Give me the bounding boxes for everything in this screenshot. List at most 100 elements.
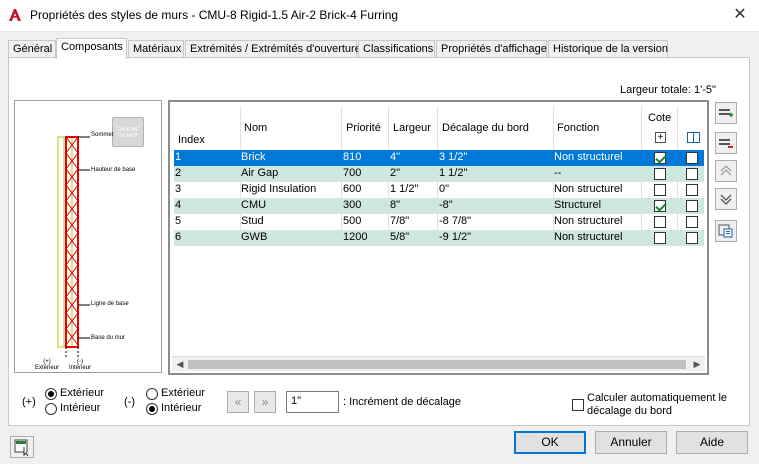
copy-components-button[interactable] bbox=[715, 220, 737, 242]
dimension-checkbox-2[interactable] bbox=[686, 184, 698, 196]
cell-offset[interactable]: 3 1/2" bbox=[439, 151, 467, 163]
cell-name[interactable]: Brick bbox=[241, 151, 265, 163]
table-row[interactable]: 6 GWB 1200 5/8" -9 1/2" Non structurel bbox=[174, 230, 704, 246]
cell-priority[interactable]: 500 bbox=[343, 215, 361, 227]
cell-width[interactable]: 5/8" bbox=[390, 231, 409, 243]
move-up-button[interactable] bbox=[715, 160, 737, 182]
header-index[interactable]: Index bbox=[178, 134, 205, 146]
label-baseline: Ligne de base bbox=[91, 301, 129, 307]
plus-interior-radio[interactable] bbox=[45, 403, 57, 415]
header-function[interactable]: Fonction bbox=[557, 122, 599, 134]
decrement-button[interactable]: « bbox=[227, 391, 249, 413]
floor-plan-help-button[interactable] bbox=[10, 436, 34, 458]
cell-function[interactable]: Non structurel bbox=[554, 215, 622, 227]
tab-components[interactable]: Composants bbox=[56, 38, 127, 59]
offset-increment-input[interactable]: 1" bbox=[286, 391, 339, 413]
ok-button[interactable]: OK bbox=[514, 431, 586, 454]
cell-offset[interactable]: 1 1/2" bbox=[439, 167, 467, 179]
dimension-checkbox[interactable] bbox=[654, 232, 666, 244]
cell-function[interactable]: -- bbox=[554, 167, 561, 179]
auto-calc-offset-checkbox[interactable] bbox=[572, 399, 584, 411]
copy-components-icon bbox=[718, 224, 733, 238]
cell-function[interactable]: Structurel bbox=[554, 199, 601, 211]
minus-exterior-radio[interactable] bbox=[146, 388, 158, 400]
dimension-checkbox-2[interactable] bbox=[686, 168, 698, 180]
table-row[interactable]: 5 Stud 500 7/8" -8 7/8" Non structurel bbox=[174, 214, 704, 230]
header-offset[interactable]: Décalage du bord bbox=[442, 122, 529, 134]
help-button[interactable]: Aide bbox=[676, 431, 748, 454]
tab-version-history[interactable]: Historique de la version bbox=[548, 40, 668, 58]
cell-priority[interactable]: 600 bbox=[343, 183, 361, 195]
horizontal-scrollbar[interactable]: ◀ ▶ bbox=[172, 356, 705, 371]
plus-interior-label[interactable]: Intérieur bbox=[60, 402, 100, 414]
components-grid[interactable]: Index Nom Priorité Largeur Décalage du b… bbox=[168, 100, 709, 375]
dimension-checkbox[interactable] bbox=[654, 184, 666, 196]
tab-classifications[interactable]: Classifications bbox=[358, 40, 435, 58]
cell-width[interactable]: 7/8" bbox=[390, 215, 409, 227]
tab-materials[interactable]: Matériaux bbox=[128, 40, 184, 58]
dimension-checkbox[interactable] bbox=[654, 200, 666, 212]
table-row[interactable]: 1 Brick 810 4" 3 1/2" Non structurel bbox=[174, 150, 704, 166]
cancel-button[interactable]: Annuler bbox=[595, 431, 667, 454]
cell-function[interactable]: Non structurel bbox=[554, 231, 622, 243]
close-button[interactable]: ✕ bbox=[727, 4, 753, 26]
table-row[interactable]: 2 Air Gap 700 2" 1 1/2" -- bbox=[174, 166, 704, 182]
move-down-icon bbox=[720, 194, 732, 205]
add-component-button[interactable] bbox=[715, 102, 737, 124]
scroll-right-icon[interactable]: ▶ bbox=[690, 358, 704, 371]
header-name[interactable]: Nom bbox=[244, 122, 267, 134]
scrollbar-thumb[interactable] bbox=[188, 360, 686, 369]
remove-component-button[interactable] bbox=[715, 132, 737, 154]
table-row[interactable]: 4 CMU 300 8" -8" Structurel bbox=[174, 198, 704, 214]
move-down-button[interactable] bbox=[715, 188, 737, 210]
cell-priority[interactable]: 810 bbox=[343, 151, 361, 163]
plus-label: (+) bbox=[22, 396, 36, 408]
table-row[interactable]: 3 Rigid Insulation 600 1 1/2" 0" Non str… bbox=[174, 182, 704, 198]
dimension-checkbox[interactable] bbox=[654, 168, 666, 180]
cell-width[interactable]: 4" bbox=[390, 151, 400, 163]
tab-endcaps[interactable]: Extrémités / Extrémités d'ouverture bbox=[185, 40, 361, 58]
dimension-split-icon[interactable] bbox=[687, 132, 700, 143]
dimension-checkbox[interactable] bbox=[654, 152, 666, 164]
tab-general[interactable]: Général bbox=[8, 40, 56, 58]
cell-name[interactable]: GWB bbox=[241, 231, 267, 243]
cell-offset[interactable]: -9 1/2" bbox=[439, 231, 471, 243]
cell-width[interactable]: 8" bbox=[390, 199, 400, 211]
header-dimension[interactable]: Cote bbox=[648, 112, 671, 124]
increment-button[interactable]: » bbox=[254, 391, 276, 413]
tab-display-props[interactable]: Propriétés d'affichage bbox=[436, 40, 547, 58]
dimension-checkbox[interactable] bbox=[654, 216, 666, 228]
cell-width[interactable]: 1 1/2" bbox=[390, 183, 418, 195]
dimension-checkbox-2[interactable] bbox=[686, 216, 698, 228]
cell-offset[interactable]: 0" bbox=[439, 183, 449, 195]
dimension-checkbox-2[interactable] bbox=[686, 200, 698, 212]
dimension-expand-icon[interactable]: + bbox=[655, 132, 666, 143]
cell-priority[interactable]: 300 bbox=[343, 199, 361, 211]
cell-offset[interactable]: -8 7/8" bbox=[439, 215, 471, 227]
autocad-a-icon bbox=[9, 9, 21, 21]
cell-name[interactable]: Stud bbox=[241, 215, 264, 227]
minus-exterior-label[interactable]: Extérieur bbox=[161, 387, 205, 399]
left-side-button[interactable]: GAUCHE DU MUR bbox=[112, 117, 144, 147]
scroll-left-icon[interactable]: ◀ bbox=[173, 358, 187, 371]
minus-interior-label[interactable]: Intérieur bbox=[161, 402, 201, 414]
auto-calc-offset-label-1[interactable]: Calculer automatiquement le bbox=[587, 392, 727, 404]
cell-offset[interactable]: -8" bbox=[439, 199, 453, 211]
cell-function[interactable]: Non structurel bbox=[554, 151, 622, 163]
cell-name[interactable]: CMU bbox=[241, 199, 266, 211]
header-priority[interactable]: Priorité bbox=[346, 122, 381, 134]
auto-calc-offset-label-2[interactable]: décalage du bord bbox=[587, 405, 672, 417]
cell-priority[interactable]: 700 bbox=[343, 167, 361, 179]
dimension-checkbox-2[interactable] bbox=[686, 232, 698, 244]
cell-index: 6 bbox=[175, 231, 182, 243]
cell-name[interactable]: Rigid Insulation bbox=[241, 183, 316, 195]
minus-interior-radio[interactable] bbox=[146, 403, 158, 415]
cell-function[interactable]: Non structurel bbox=[554, 183, 622, 195]
cell-width[interactable]: 2" bbox=[390, 167, 400, 179]
cell-name[interactable]: Air Gap bbox=[241, 167, 278, 179]
plus-exterior-radio[interactable] bbox=[45, 388, 57, 400]
plus-exterior-label[interactable]: Extérieur bbox=[60, 387, 104, 399]
cell-priority[interactable]: 1200 bbox=[343, 231, 367, 243]
dimension-checkbox-2[interactable] bbox=[686, 152, 698, 164]
header-width[interactable]: Largeur bbox=[393, 122, 431, 134]
